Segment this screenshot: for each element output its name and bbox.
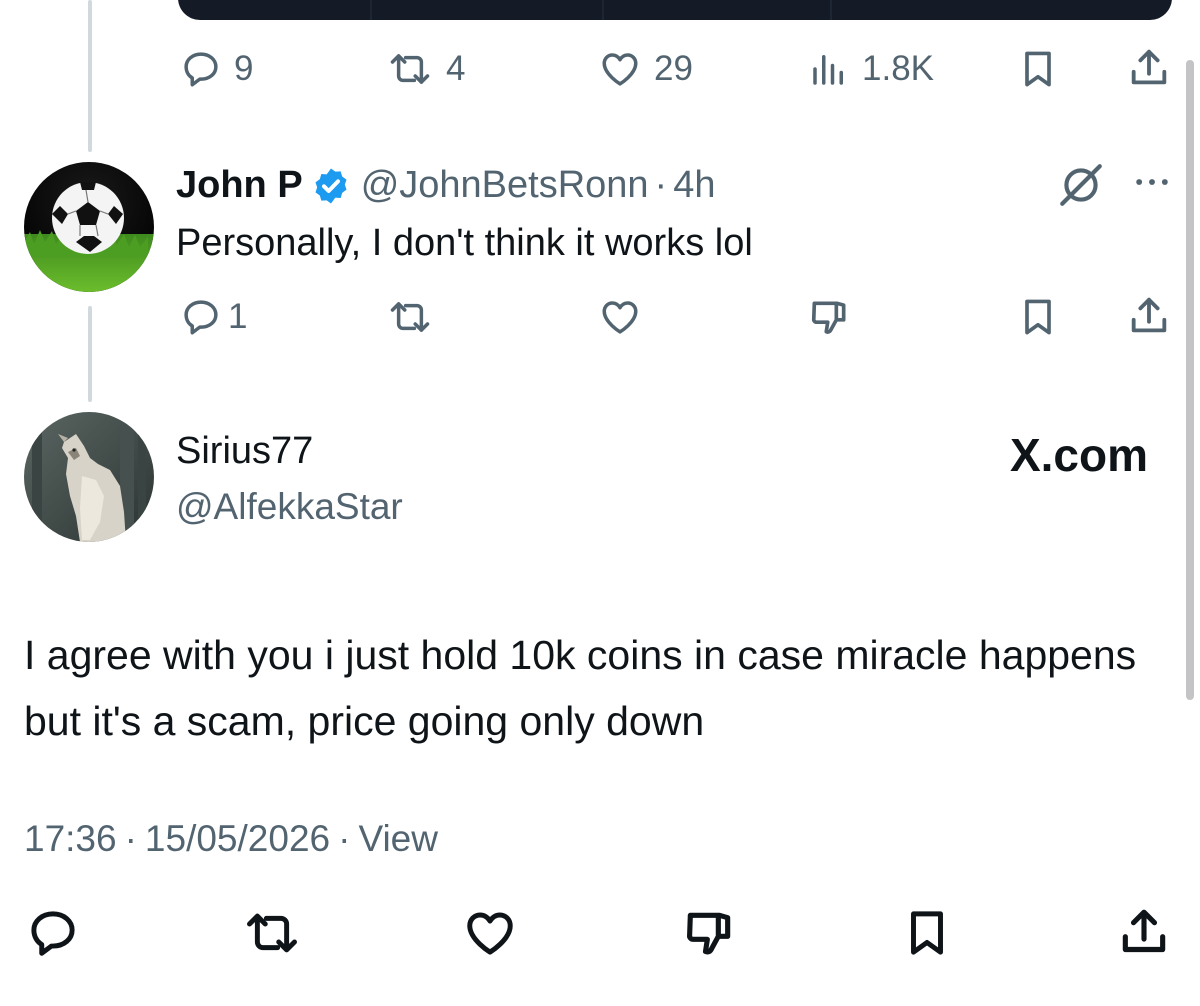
bar-chart-icon <box>813 55 843 85</box>
share-button[interactable] <box>1126 292 1172 340</box>
share-upload-icon <box>1131 49 1167 85</box>
tweet-meta: 17:36 · 15/05/2026 · View <box>24 818 438 860</box>
share-button[interactable] <box>1116 902 1172 962</box>
like-button[interactable]: 29 <box>596 48 693 90</box>
post-time[interactable]: 4h <box>673 164 715 207</box>
post-date[interactable]: 15/05/2026 <box>145 818 330 860</box>
reply-tweet-text: Personally, I don't think it works lol <box>176 222 753 264</box>
views-count: 1.8K <box>862 49 934 88</box>
reply-count: 9 <box>234 49 254 88</box>
share-button[interactable] <box>1126 44 1172 92</box>
meta-separator: · <box>654 164 668 206</box>
grok-button[interactable] <box>1054 160 1108 215</box>
dislike-button[interactable] <box>806 296 852 340</box>
thread-line-middle <box>88 306 92 402</box>
dislike-button[interactable] <box>680 906 738 962</box>
like-button[interactable] <box>596 296 644 338</box>
bookmark-button[interactable] <box>1016 294 1060 340</box>
view-link[interactable]: View <box>358 818 438 860</box>
like-count: 29 <box>654 49 693 88</box>
more-button[interactable] <box>1130 160 1174 209</box>
heart-icon <box>602 53 638 86</box>
views-button[interactable]: 1.8K <box>806 48 934 90</box>
soccer-ball-avatar <box>24 162 154 292</box>
reply-button[interactable]: 9 <box>178 48 253 90</box>
meta-separator: · <box>124 818 137 859</box>
user-handle[interactable]: @JohnBetsRonn <box>361 164 649 207</box>
author-name[interactable]: Sirius77 <box>176 430 313 473</box>
display-name[interactable]: John P <box>176 164 303 207</box>
share-upload-icon <box>1122 909 1166 953</box>
thread-line-top <box>88 0 92 152</box>
verified-badge-icon <box>315 168 347 203</box>
media-preview-bottom[interactable] <box>178 0 1172 20</box>
avatar[interactable] <box>24 412 154 542</box>
share-upload-icon <box>1131 297 1167 333</box>
speech-bubble-icon <box>184 52 218 87</box>
thumbs-down-icon <box>687 912 731 955</box>
wolf-avatar <box>24 412 154 542</box>
main-tweet-text: I agree with you i just hold 10k coins i… <box>24 632 1137 744</box>
reply-button[interactable] <box>24 906 82 960</box>
speech-bubble-icon <box>184 300 218 335</box>
repost-count: 4 <box>446 49 466 88</box>
meta-separator: · <box>338 818 351 859</box>
reply-tweet-header: John P @JohnBetsRonn · 4h <box>176 164 715 207</box>
repost-button[interactable]: 4 <box>384 48 465 90</box>
speech-bubble-icon <box>31 911 75 956</box>
bookmark-button[interactable] <box>900 904 954 962</box>
heart-icon <box>602 301 638 334</box>
repost-arrows-icon <box>247 913 297 953</box>
x-com-brand: X.com <box>1009 429 1148 481</box>
scrollbar[interactable] <box>1186 60 1194 700</box>
reply-button[interactable]: 1 <box>178 296 247 338</box>
thumbs-down-icon <box>811 301 846 334</box>
more-dots-icon <box>1136 179 1168 185</box>
repost-arrows-icon <box>390 302 430 332</box>
repost-button[interactable] <box>384 296 436 338</box>
bookmark-icon <box>1025 51 1051 87</box>
like-button[interactable] <box>460 906 520 960</box>
avatar[interactable] <box>24 162 154 292</box>
bookmark-button[interactable] <box>1016 46 1060 92</box>
bookmark-icon <box>1025 299 1051 335</box>
bookmark-icon <box>911 911 943 955</box>
heart-icon <box>467 912 513 955</box>
repost-arrows-icon <box>390 54 430 84</box>
reply-count: 1 <box>228 297 248 336</box>
post-time[interactable]: 17:36 <box>24 818 117 860</box>
grok-slash-icon <box>1060 164 1102 206</box>
author-handle[interactable]: @AlfekkaStar <box>176 486 403 528</box>
repost-button[interactable] <box>240 906 304 960</box>
